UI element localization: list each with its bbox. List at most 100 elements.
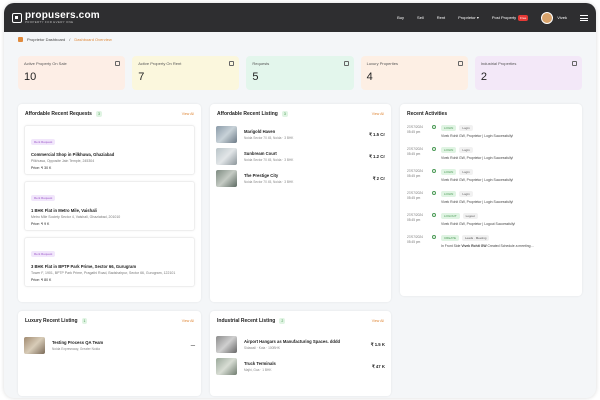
listing-title: Testing Process QA Team bbox=[52, 340, 104, 345]
activity-item: 27/07/2024 05:45 pm LOGIN Login Vivek Rohit … bbox=[400, 125, 582, 139]
count-badge: 3 bbox=[95, 111, 102, 117]
activity-time: 05:45 pm bbox=[407, 152, 421, 156]
listing-address: Majhi, Goa · 1 BHK bbox=[244, 368, 272, 372]
activity-item: 27/07/2024 05:45 pm LOGIN Login Vivek Rohit … bbox=[400, 191, 582, 205]
activity-time: 05:45 pm bbox=[407, 130, 421, 134]
activity-message: In Front Side Vivek Rohit GW Created Sch… bbox=[441, 244, 534, 248]
nav-sell[interactable]: Sell bbox=[417, 15, 424, 20]
activity-kind: Login bbox=[459, 169, 473, 175]
card-title: Industrial Recent Listing bbox=[217, 318, 276, 324]
nav-proprietor[interactable]: Proprietor ▾ bbox=[458, 15, 479, 20]
listing-address: Noida Sector 70 45, Noida · 3 BHK bbox=[244, 136, 294, 140]
stat-card-requests[interactable]: Requests 5 bbox=[246, 56, 354, 90]
count-badge: 3 bbox=[281, 111, 288, 117]
hamburger-menu-icon[interactable] bbox=[580, 14, 588, 21]
listing-price: ₹ 2 Cr bbox=[372, 175, 385, 181]
brand-logo[interactable]: propusers.com PROPERTY FOR EVERY ONE bbox=[12, 11, 100, 24]
recent-activities-card: Recent Activities 27/07/2024 05:45 pm LOGI… bbox=[400, 104, 582, 296]
nav-buy[interactable]: Buy bbox=[397, 15, 404, 20]
timeline-dot-icon bbox=[432, 191, 436, 195]
activity-datetime: 27/07/2024 05:45 pm bbox=[407, 213, 427, 227]
stat-label: Active Property On Rent bbox=[138, 61, 182, 66]
request-address: Metro Mile Society Sector 4, Vaishali, G… bbox=[31, 215, 121, 219]
listing-title: Airport Hangars as Manufacturing Spaces.… bbox=[244, 339, 341, 344]
listing-price: ₹ 1.2 Cr bbox=[369, 153, 385, 159]
listing-item[interactable]: Testing Process QA Team Noida Expressway,… bbox=[18, 337, 201, 354]
activity-datetime: 27/07/2024 05:45 pm bbox=[407, 125, 427, 139]
listing-price: — bbox=[190, 343, 195, 348]
nav-rent[interactable]: Rent bbox=[437, 15, 445, 20]
free-badge: Free bbox=[518, 15, 529, 21]
stat-card-rent[interactable]: Active Property On Rent 7 bbox=[132, 56, 240, 90]
listing-price: ₹ 1.5 Cr bbox=[369, 131, 385, 137]
factory-icon bbox=[572, 61, 578, 66]
industrial-listing-card: Industrial Recent Listing 2 View All Airpo… bbox=[210, 311, 391, 396]
timeline-dot-icon bbox=[432, 125, 436, 129]
request-price: Price: ₹ 30 K bbox=[31, 166, 52, 170]
listing-item[interactable]: Sunbream Court Noida Sector 70 45, Noida … bbox=[210, 148, 391, 165]
request-item[interactable]: Rent Request 3 BHK Flat in BPTP Park Pri… bbox=[24, 237, 195, 287]
building-icon bbox=[229, 61, 235, 66]
app-window: propusers.com PROPERTY FOR EVERY ONE Buy… bbox=[4, 3, 596, 398]
breadcrumb-separator: / bbox=[69, 36, 71, 42]
activity-item: 27/07/2024 05:45 pm LOGIN Login Vivek Rohit … bbox=[400, 169, 582, 183]
view-all-link[interactable]: View All bbox=[182, 319, 194, 323]
chat-icon bbox=[343, 61, 349, 66]
activity-kind: Leads · Meeting bbox=[461, 235, 490, 241]
card-title: Affordable Recent Requests bbox=[25, 111, 92, 117]
property-image bbox=[216, 170, 237, 187]
breadcrumb-current: Dashboard Overview bbox=[74, 36, 112, 42]
activity-message: Vivek Rohit GW, Proprietor | Logout Succ… bbox=[441, 222, 516, 226]
request-item[interactable]: Rent Request Commercial Shop in Pilkhuwa… bbox=[24, 125, 195, 175]
stat-card-luxury[interactable]: Luxury Properties 4 bbox=[360, 56, 468, 90]
listing-item[interactable]: Marigold Haven Noida Sector 70 45, Noida … bbox=[210, 126, 391, 143]
activity-tag: LOGIN bbox=[441, 147, 457, 153]
listing-title: Truck Terminals bbox=[244, 361, 276, 366]
activity-kind: Login bbox=[459, 125, 473, 131]
request-address: Tower F, 1901, BPTP Park Prime, Pragathi… bbox=[31, 271, 176, 275]
request-title: 1 BHK Flat in Metro Mile, Vaishali bbox=[31, 208, 97, 213]
activity-tag: LOGIN bbox=[441, 191, 457, 197]
listing-item[interactable]: Airport Hangars as Manufacturing Spaces.… bbox=[210, 336, 391, 353]
activity-item: 27/07/2024 05:45 pm LOGIN Login Vivek Rohit … bbox=[400, 147, 582, 161]
view-all-link[interactable]: View All bbox=[372, 112, 384, 116]
nav-post-property[interactable]: Post Property Free bbox=[491, 15, 529, 21]
view-all-link[interactable]: View All bbox=[372, 319, 384, 323]
timeline-dot-icon bbox=[432, 213, 436, 217]
request-title: Commercial Shop in Pilkhuwa, Ghaziabad bbox=[31, 152, 115, 157]
activity-time: 05:45 pm bbox=[407, 218, 421, 222]
stat-label: Industrial Properties bbox=[480, 61, 517, 66]
listing-item[interactable]: The Prestige City Noida Sector 70 45, Noi… bbox=[210, 170, 391, 187]
breadcrumb: Proprietor Dashboard / Dashboard Overvie… bbox=[4, 32, 596, 46]
listing-item[interactable]: Truck Terminals Majhi, Goa · 1 BHK ₹ 47 K bbox=[210, 358, 391, 375]
listing-address: Noida Sector 70 45, Noida · 3 BHK bbox=[244, 180, 294, 184]
request-price: Price: ₹ 9 K bbox=[31, 222, 50, 226]
activity-kind: Logout bbox=[462, 213, 478, 219]
stat-card-industrial[interactable]: Industrial Properties 2 bbox=[474, 56, 583, 90]
post-property-label: Post Property bbox=[491, 15, 517, 20]
user-menu[interactable]: Vivek bbox=[541, 11, 567, 24]
stat-card-sale[interactable]: Active Property On Sale 10 bbox=[18, 56, 126, 90]
stat-value: 2 bbox=[480, 71, 487, 83]
request-price: Price: ₹ 80 K bbox=[31, 278, 52, 282]
main-nav: Buy Sell Rent Proprietor ▾ Post Property… bbox=[397, 11, 588, 24]
listing-address: Noida Expressway, Greater Noida bbox=[52, 347, 100, 351]
request-item[interactable]: Rent Request 1 BHK Flat in Metro Mile, V… bbox=[24, 181, 195, 231]
request-tag: Rent Request bbox=[31, 195, 56, 201]
count-badge: 2 bbox=[279, 318, 286, 324]
stat-label: Requests bbox=[252, 61, 270, 66]
listing-address: Sidawali · Kota · 100BHK bbox=[244, 346, 280, 350]
nav-proprietor-label: Proprietor bbox=[458, 15, 476, 20]
listing-title: Marigold Haven bbox=[244, 129, 276, 134]
breadcrumb-home[interactable]: Proprietor Dashboard bbox=[27, 37, 65, 42]
timeline-dot-icon bbox=[432, 235, 436, 239]
property-image bbox=[216, 336, 237, 353]
view-all-link[interactable]: View All bbox=[182, 112, 194, 116]
stat-value: 7 bbox=[138, 71, 145, 83]
luxury-listing-card: Luxury Recent Listing 1 View All Testing P… bbox=[18, 311, 201, 396]
activity-tag: CREATE bbox=[441, 235, 459, 241]
request-address: Pilkhuwa, Opposite Jain Temple, 245304 bbox=[31, 159, 95, 163]
top-navbar: propusers.com PROPERTY FOR EVERY ONE Buy… bbox=[4, 3, 596, 32]
recent-requests-card: Affordable Recent Requests 3 View All Rent… bbox=[18, 104, 201, 302]
stat-label: Luxury Properties bbox=[366, 61, 398, 66]
